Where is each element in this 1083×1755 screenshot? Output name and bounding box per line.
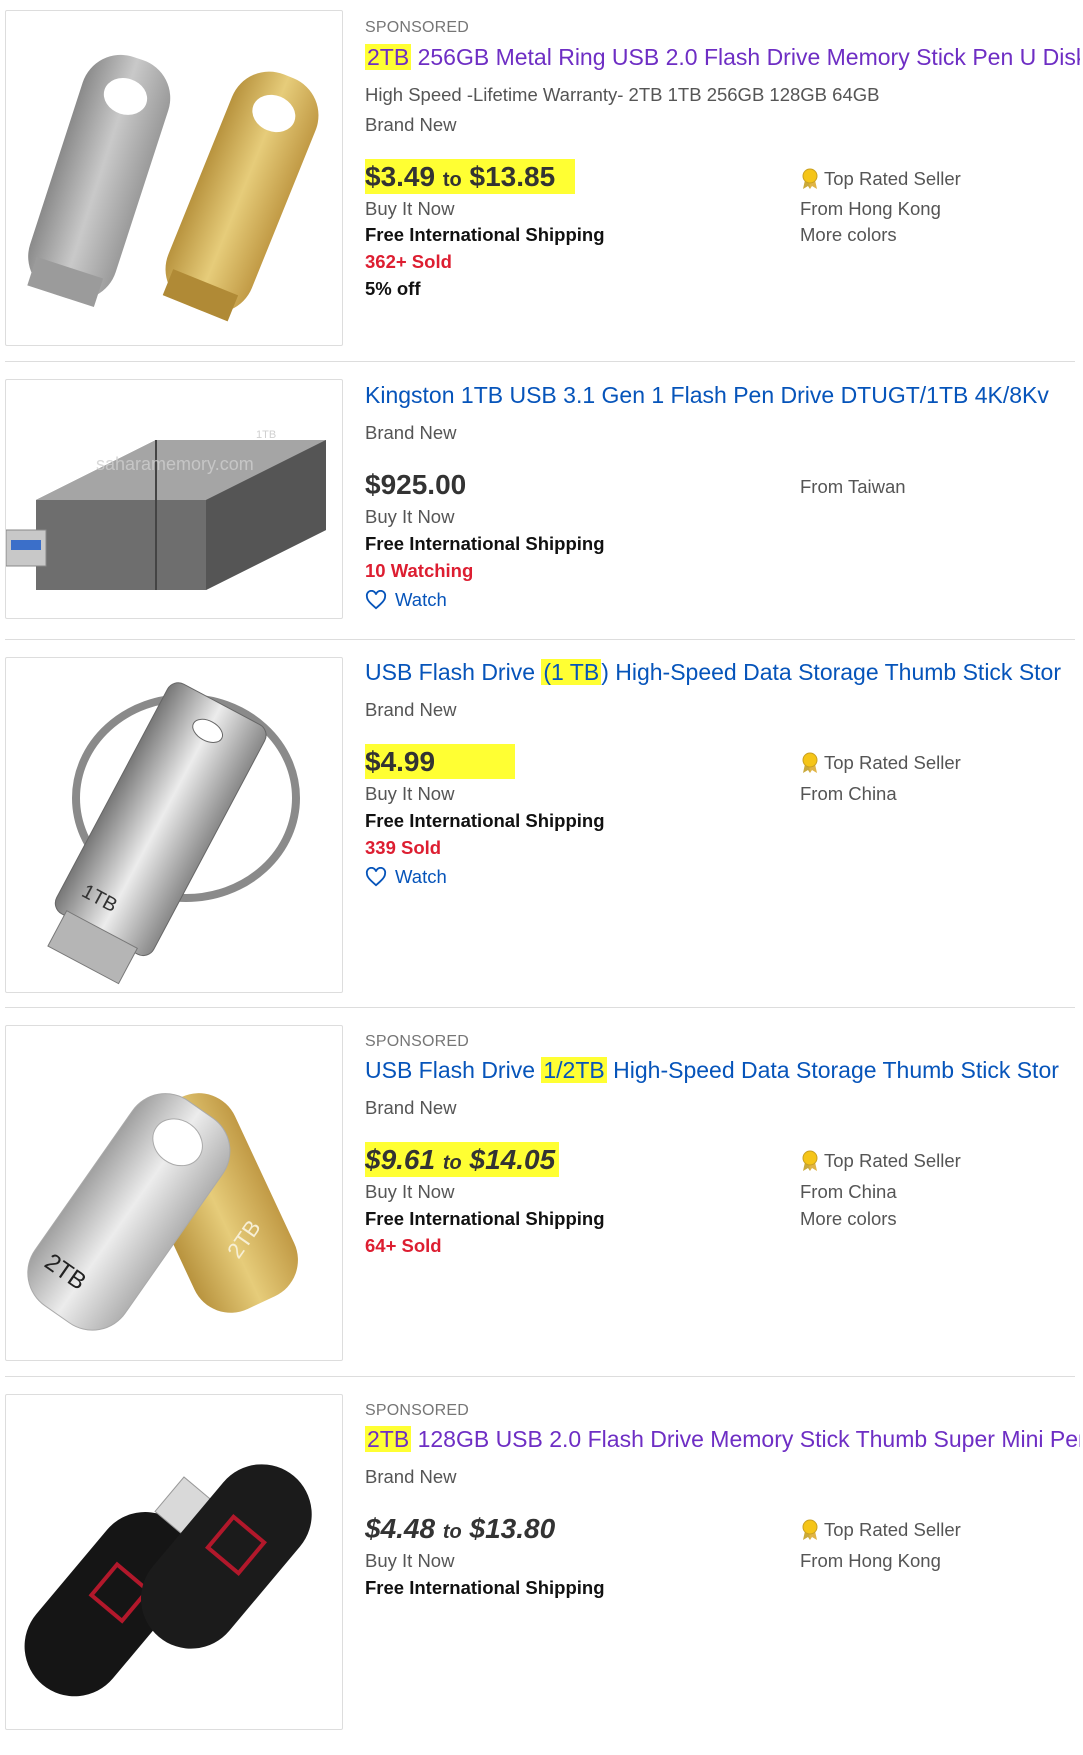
top-rated-badge-icon: [802, 168, 818, 189]
location: From Hong Kong: [800, 198, 941, 219]
condition: Brand New: [365, 422, 457, 443]
price: $4.48 to $13.80: [365, 1513, 555, 1545]
usb-drive-image: saharamemory.com 1TB: [6, 429, 326, 590]
more-colors: More colors: [800, 1208, 897, 1229]
divider: [5, 1376, 1075, 1377]
sponsored-label: SPONSORED: [365, 1033, 470, 1050]
buy-it-now: Buy It Now: [365, 506, 455, 527]
price: $4.99: [365, 744, 516, 779]
usb-drive-image: [24, 1464, 312, 1697]
price-high: $13.85: [469, 161, 556, 192]
heart-icon: [365, 867, 387, 887]
title-text: USB Flash Drive: [365, 659, 542, 685]
shipping: Free International Shipping: [365, 1577, 605, 1598]
shipping: Free International Shipping: [365, 533, 605, 554]
buy-it-now: Buy It Now: [365, 198, 455, 219]
watch-button[interactable]: Watch: [365, 866, 447, 888]
product-image[interactable]: 1TB: [5, 657, 343, 993]
shipping: Free International Shipping: [365, 810, 605, 831]
watch-label: Watch: [395, 866, 447, 887]
divider: [5, 639, 1075, 640]
price-high: $14.05: [469, 1144, 556, 1175]
top-rated-label: Top Rated Seller: [824, 752, 961, 773]
location: From China: [800, 1181, 897, 1202]
shipping: Free International Shipping: [365, 1208, 605, 1229]
top-rated-badge-icon: [802, 1519, 818, 1540]
price-low: $3.49: [365, 161, 436, 192]
product-image[interactable]: [5, 10, 343, 346]
image-cap-text: 1TB: [256, 429, 276, 441]
divider: [5, 1007, 1075, 1008]
title-highlight: 2TB: [365, 44, 412, 70]
listing-title[interactable]: Kingston 1TB USB 3.1 Gen 1 Flash Pen Dri…: [365, 382, 1080, 409]
listing-title[interactable]: 2TB 128GB USB 2.0 Flash Drive Memory Sti…: [365, 1426, 1080, 1453]
location: From Taiwan: [800, 476, 906, 497]
discount: 5% off: [365, 278, 421, 299]
buy-it-now: Buy It Now: [365, 1550, 455, 1571]
top-rated-seller: Top Rated Seller: [800, 1150, 961, 1172]
price-to: to: [442, 1521, 462, 1543]
buy-it-now: Buy It Now: [365, 783, 455, 804]
sold-count: 64+ Sold: [365, 1235, 442, 1256]
top-rated-badge-icon: [802, 752, 818, 773]
image-watermark: saharamemory.com: [96, 454, 254, 474]
title-highlight: 1/2TB: [541, 1057, 607, 1083]
top-rated-seller: Top Rated Seller: [800, 1519, 961, 1541]
condition: Brand New: [365, 114, 457, 135]
sold-count: 362+ Sold: [365, 251, 452, 272]
heart-icon: [365, 590, 387, 610]
product-image[interactable]: 2TB 2TB: [5, 1025, 343, 1361]
location: From China: [800, 783, 897, 804]
sponsored-label: SPONSORED: [365, 19, 470, 36]
sold-count: 339 Sold: [365, 837, 442, 858]
top-rated-label: Top Rated Seller: [824, 1519, 961, 1540]
top-rated-badge-icon: [802, 1150, 818, 1171]
listing-title[interactable]: USB Flash Drive (1 TB) High-Speed Data S…: [365, 659, 1080, 686]
usb-drive-image: 1TB: [47, 682, 300, 985]
title-highlight: (1 TB: [541, 659, 602, 685]
top-rated-seller: Top Rated Seller: [800, 752, 961, 774]
price: $9.61 to $14.05: [365, 1142, 560, 1177]
title-text: USB Flash Drive: [365, 1057, 542, 1083]
more-colors: More colors: [800, 224, 897, 245]
price: $925.00: [365, 469, 467, 500]
top-rated-label: Top Rated Seller: [824, 168, 961, 189]
watch-button[interactable]: Watch: [365, 589, 447, 611]
title-text: 256GB Metal Ring USB 2.0 Flash Drive Mem…: [411, 44, 1080, 70]
watch-label: Watch: [395, 589, 447, 610]
title-text: High-Speed Data Storage Thumb Stick Stor: [606, 1057, 1059, 1083]
product-image[interactable]: [5, 1394, 343, 1730]
listing-title[interactable]: USB Flash Drive 1/2TB High-Speed Data St…: [365, 1057, 1080, 1084]
condition: Brand New: [365, 1097, 457, 1118]
sponsored-label: SPONSORED: [365, 1402, 470, 1419]
divider: [5, 361, 1075, 362]
shipping: Free International Shipping: [365, 224, 605, 245]
title-highlight: 2TB: [365, 1426, 412, 1452]
price-high: $13.80: [469, 1513, 556, 1544]
product-image[interactable]: saharamemory.com 1TB: [5, 379, 343, 619]
price: $3.49 to $13.85: [365, 159, 576, 194]
price-to: to: [442, 169, 462, 191]
watching-count: 10 Watching: [365, 560, 474, 581]
top-rated-label: Top Rated Seller: [824, 1150, 961, 1171]
title-text: ) High-Speed Data Storage Thumb Stick St…: [601, 659, 1062, 685]
condition: Brand New: [365, 699, 457, 720]
title-text: 128GB USB 2.0 Flash Drive Memory Stick T…: [411, 1426, 1080, 1452]
price-low: $9.61: [365, 1144, 436, 1175]
usb-drive-image: 2TB 2TB: [27, 1093, 298, 1331]
listing-title[interactable]: 2TB 256GB Metal Ring USB 2.0 Flash Drive…: [365, 44, 1080, 71]
price-low: $4.48: [365, 1513, 436, 1544]
top-rated-seller: Top Rated Seller: [800, 168, 961, 190]
price-to: to: [442, 1152, 462, 1174]
condition: Brand New: [365, 1466, 457, 1487]
location: From Hong Kong: [800, 1550, 941, 1571]
usb-drive-image: [27, 54, 319, 322]
buy-it-now: Buy It Now: [365, 1181, 455, 1202]
listing-subtitle: High Speed -Lifetime Warranty- 2TB 1TB 2…: [365, 84, 880, 105]
price-value: $4.99: [365, 744, 516, 779]
